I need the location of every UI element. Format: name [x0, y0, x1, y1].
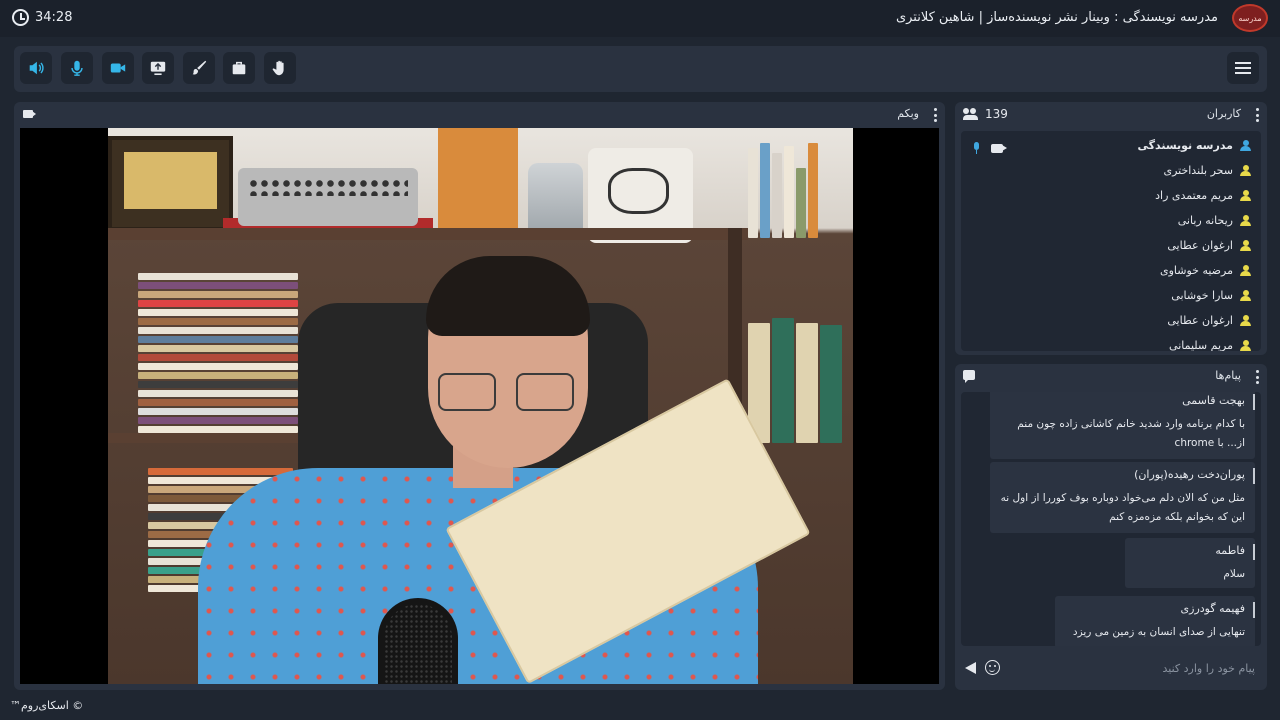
session-timer: 34:28 [12, 9, 72, 26]
clock-icon [12, 9, 29, 26]
messages-title: پیام‌ها [1215, 369, 1241, 382]
share-screen-icon [150, 61, 166, 76]
message-sender: فاطمه [1215, 544, 1245, 557]
user-name: مرضیه خوشاوی [1160, 264, 1233, 277]
users-panel: 139 کاربران مدرسه نویسندگی سحر بلنداختری… [955, 102, 1267, 355]
page-title: مدرسه نویسندگی : وبینار نشر نویسنده‌ساز … [895, 10, 1218, 25]
share-screen-button[interactable] [142, 52, 174, 84]
send-icon[interactable] [965, 662, 976, 674]
message-text: با کدام برنامه وارد شدید خانم کاشانی زاد… [1017, 418, 1245, 449]
messages-options-icon[interactable] [1255, 370, 1259, 384]
message-item: پوران‌دخت رهیده(پوران) مثل من که الان دل… [990, 462, 1255, 533]
webcam-video [20, 128, 939, 684]
person-icon [1240, 215, 1251, 226]
users-options-icon[interactable] [1255, 108, 1259, 122]
users-header: 139 کاربران [955, 102, 1267, 128]
messages-header: پیام‌ها [955, 364, 1267, 390]
user-list: مدرسه نویسندگی سحر بلنداختری مریم معتمدی… [961, 131, 1261, 351]
title-bar: 34:28 مدرسه نویسندگی : وبینار نشر نویسند… [0, 0, 1280, 37]
hand-icon [272, 60, 284, 76]
user-item[interactable]: مریم معتمدی راد [961, 183, 1261, 208]
user-item[interactable]: سحر بلنداختری [961, 158, 1261, 183]
user-item[interactable]: ارغوان عطایی [961, 233, 1261, 258]
person-icon [1240, 165, 1251, 176]
person-icon [1240, 240, 1251, 251]
speaker-button[interactable] [20, 52, 52, 84]
message-text: تنهایی از صدای انسان به زمین می ریزد [1072, 626, 1245, 638]
person-icon [1240, 140, 1251, 151]
webcam-title: وبکم [897, 107, 919, 120]
user-item[interactable]: مدرسه نویسندگی [961, 133, 1261, 158]
toolbar [14, 46, 1267, 92]
user-count-value: 139 [985, 107, 1008, 121]
briefcase-icon [232, 61, 246, 75]
user-name: ارغوان عطایی [1167, 239, 1233, 252]
emoji-icon[interactable] [985, 660, 1000, 675]
user-item[interactable]: سارا خوشابی [961, 283, 1261, 308]
messages-panel: پیام‌ها بهجت قاسمی با کدام برنامه وارد ش… [955, 364, 1267, 690]
microphone-button[interactable] [61, 52, 93, 84]
message-item: بهجت قاسمی با کدام برنامه وارد شدید خانم… [990, 392, 1255, 459]
user-name: مدرسه نویسندگی [1137, 139, 1233, 152]
user-name: سارا خوشابی [1171, 289, 1233, 302]
message-sender: پوران‌دخت رهیده(پوران) [1134, 468, 1245, 481]
message-text: مثل من که الان دلم می‌خواد دوباره بوف کو… [1000, 492, 1245, 523]
user-name: مریم معتمدی راد [1155, 189, 1233, 202]
chat-icon [963, 370, 975, 383]
camera-icon [23, 110, 36, 118]
user-item[interactable]: ارغوان عطایی [961, 308, 1261, 333]
brush-icon [192, 60, 207, 75]
brand-logo: مدرسه [1232, 4, 1268, 32]
webcam-panel: وبکم [14, 102, 945, 690]
person-icon [1240, 290, 1251, 301]
camera-button[interactable] [102, 52, 134, 84]
users-title: کاربران [1206, 107, 1241, 120]
video-frame [108, 128, 853, 684]
timer-text: 34:28 [35, 10, 73, 25]
message-input[interactable] [1007, 654, 1261, 682]
logo-text: مدرسه [1238, 13, 1262, 23]
message-sender: فهیمه گودرزی [1180, 602, 1245, 615]
user-item[interactable]: مریم سلیمانی [961, 333, 1261, 351]
message-list[interactable]: بهجت قاسمی با کدام برنامه وارد شدید خانم… [961, 392, 1261, 646]
message-input-row [961, 654, 1261, 682]
person-icon [1240, 190, 1251, 201]
user-name: مریم سلیمانی [1169, 339, 1233, 351]
webcam-options-icon[interactable] [933, 108, 937, 122]
user-item[interactable]: مرضیه خوشاوی [961, 258, 1261, 283]
user-count: 139 [963, 107, 1008, 121]
message-item: فاطمه سلام [1125, 538, 1255, 588]
user-name: ریحانه ربانی [1177, 214, 1233, 227]
user-item[interactable]: ریحانه ربانی [961, 208, 1261, 233]
message-item: فهیمه گودرزی تنهایی از صدای انسان به زمی… [1055, 596, 1255, 646]
hamburger-icon [1235, 62, 1251, 74]
person-icon [1240, 265, 1251, 276]
draw-button[interactable] [183, 52, 215, 84]
person-icon [1240, 340, 1251, 351]
camera-icon [110, 63, 126, 73]
user-name: ارغوان عطایی [1167, 314, 1233, 327]
files-button[interactable] [223, 52, 255, 84]
message-text: سلام [1223, 568, 1245, 580]
user-name: سحر بلنداختری [1163, 164, 1233, 177]
message-sender: بهجت قاسمی [1182, 394, 1245, 407]
webcam-header: وبکم [14, 102, 945, 128]
speaker-icon [29, 61, 44, 75]
users-icon [963, 108, 979, 120]
menu-button[interactable] [1227, 52, 1259, 84]
person-icon [1240, 315, 1251, 326]
footer-brand: © اسکای‌روم™ [10, 699, 84, 712]
raise-hand-button[interactable] [264, 52, 296, 84]
microphone-icon [71, 60, 83, 76]
